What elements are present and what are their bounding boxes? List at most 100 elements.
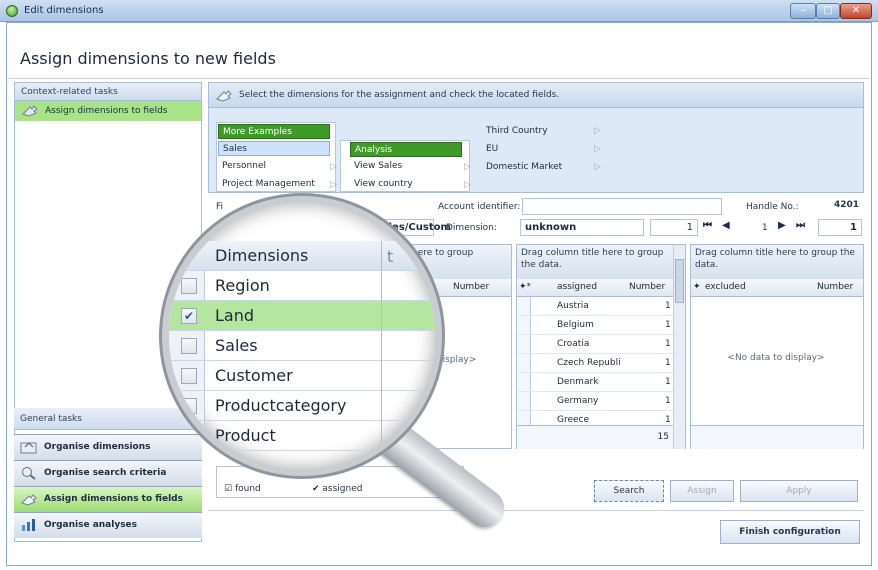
context-tasks-header: Context-related tasks	[15, 83, 201, 101]
row-selector[interactable]	[517, 297, 531, 315]
excluded-grid: Drag column title here to group the data…	[690, 244, 864, 449]
chart-icon	[22, 519, 35, 531]
magnifier-lens: Dimensions Region ✔ Land Sales Customer Produ…	[162, 196, 442, 476]
tree-node-eu[interactable]: EU	[482, 142, 582, 157]
tree-node-more-examples[interactable]: More Examples	[218, 124, 330, 139]
checkbox-icon[interactable]	[181, 398, 197, 414]
scrollbar-thumb[interactable]	[675, 259, 684, 303]
dimension-row[interactable]: Region	[169, 271, 435, 301]
table-row[interactable]: Czech Republi 1	[517, 354, 685, 373]
tree-node-view-sales[interactable]: View Sales	[350, 159, 462, 174]
country-number: 1	[665, 377, 671, 387]
group-hint: Drag column title here to group the data…	[517, 245, 685, 279]
column-assigned[interactable]: assigned	[557, 279, 597, 295]
filter-found[interactable]: ☑ found	[224, 484, 261, 494]
handle-label: Handle No.:	[746, 202, 799, 212]
country-number: 1	[665, 320, 671, 330]
general-task-assign-dimensions[interactable]: Assign dimensions to fields	[14, 486, 202, 512]
close-button[interactable]: ✕	[840, 3, 872, 19]
dimension-label: Product	[215, 426, 276, 445]
dimension-label: Land	[215, 306, 255, 325]
assigned-grid: Drag column title here to group the data…	[516, 244, 686, 449]
minimize-button[interactable]: –	[790, 3, 816, 19]
app-icon	[6, 5, 18, 17]
instruction-text: Select the dimensions for the assignment…	[239, 90, 560, 100]
task-label: Assign dimensions to fields	[45, 106, 168, 116]
last-record-icon[interactable]: ⏭	[796, 220, 805, 231]
checkbox-icon[interactable]	[181, 368, 197, 384]
dimension-value: unknown	[520, 219, 644, 236]
puzzle-icon	[21, 494, 37, 506]
instruction-bar: Select the dimensions for the assignment…	[208, 82, 864, 108]
expand-chevron-icon: ▷	[464, 162, 471, 172]
task-assign-dimensions[interactable]: Assign dimensions to fields	[15, 101, 201, 121]
table-row[interactable]: Denmark 1	[517, 373, 685, 392]
dimensions-header: Dimensions	[215, 246, 309, 265]
row-selector[interactable]	[517, 316, 531, 334]
column-number[interactable]: Number	[817, 279, 853, 295]
maximize-button[interactable]: □	[816, 3, 840, 19]
tree-node-third-country[interactable]: Third Country	[482, 124, 582, 139]
first-record-icon[interactable]: ⏮	[703, 220, 712, 231]
dimensions-header-row: Dimensions	[169, 241, 435, 271]
column-excluded[interactable]: excluded	[705, 279, 746, 295]
table-row[interactable]: Belgium 1	[517, 316, 685, 335]
country-name: Austria	[557, 301, 589, 311]
tree-node-personnel[interactable]: Personnel	[218, 159, 330, 174]
dimension-row[interactable]: ✔ Land	[169, 301, 435, 331]
dimension-row[interactable]: Sales	[169, 331, 435, 361]
expand-chevron-icon: ▷	[594, 162, 601, 172]
country-name: Croatia	[557, 339, 590, 349]
empty-text: <No data to display>	[727, 353, 825, 363]
column-divider	[381, 241, 382, 469]
row-selector[interactable]	[517, 335, 531, 353]
country-number: 1	[665, 339, 671, 349]
row-selector[interactable]	[517, 392, 531, 410]
assigned-scrollbar[interactable]	[673, 245, 685, 449]
finish-configuration-button[interactable]: Finish configuration	[720, 520, 860, 544]
dimension-row[interactable]: Customer	[169, 361, 435, 391]
assign-button[interactable]: Assign	[670, 480, 734, 502]
expand-chevron-icon: ▷	[594, 126, 601, 136]
apply-button[interactable]: Apply	[740, 480, 858, 502]
dimension-label: Sales	[215, 336, 258, 355]
row-selector[interactable]	[517, 373, 531, 391]
dimension-label: Productcategory	[215, 396, 347, 415]
row-selector[interactable]	[517, 354, 531, 372]
general-task-label: Assign dimensions to fields	[44, 494, 183, 504]
previous-record-icon[interactable]: ◀	[722, 220, 730, 231]
dimension-row[interactable]: Product	[169, 421, 435, 451]
dimension-row[interactable]: Productcategory	[169, 391, 435, 421]
country-name: Belgium	[557, 320, 594, 330]
window-titlebar	[0, 0, 878, 22]
table-row[interactable]: Austria 1	[517, 297, 685, 316]
checkbox-icon[interactable]	[181, 428, 197, 444]
table-row[interactable]: Croatia 1	[517, 335, 685, 354]
tree-node-analysis[interactable]: Analysis	[350, 142, 462, 157]
expand-chevron-icon: ▷	[330, 162, 337, 172]
tree-node-sales[interactable]: Sales	[218, 141, 330, 156]
checkbox-icon[interactable]	[181, 338, 197, 354]
filter-assigned[interactable]: ✔ assigned	[312, 484, 362, 494]
country-number: 1	[665, 358, 671, 368]
table-row[interactable]: Germany 1	[517, 392, 685, 411]
country-number: 1	[665, 301, 671, 311]
account-identifier-input[interactable]	[522, 198, 722, 215]
search-button[interactable]: Search	[594, 480, 664, 502]
next-record-icon[interactable]: ▶	[778, 220, 786, 231]
column-number[interactable]: Number	[629, 279, 665, 295]
divider	[8, 78, 870, 79]
country-name: Germany	[557, 396, 599, 406]
checkbox-icon[interactable]	[181, 278, 197, 294]
general-task-organise-analyses[interactable]: Organise analyses	[14, 512, 202, 538]
tree-node-domestic-market[interactable]: Domestic Market	[482, 160, 582, 175]
tree-node-view-country[interactable]: View country	[350, 177, 462, 192]
checked-checkbox-icon[interactable]: ✔	[181, 308, 197, 324]
puzzle-icon	[216, 90, 232, 102]
pin-icon: ✦*	[519, 282, 532, 292]
tree-node-project-management[interactable]: Project Management	[218, 177, 330, 192]
filter-found-label: found	[234, 484, 261, 494]
nav-start-input[interactable]: 1	[650, 219, 698, 236]
magnified-dimension-list: Dimensions Region ✔ Land Sales Customer Produ…	[169, 203, 435, 469]
country-name: Czech Republi	[557, 358, 621, 368]
